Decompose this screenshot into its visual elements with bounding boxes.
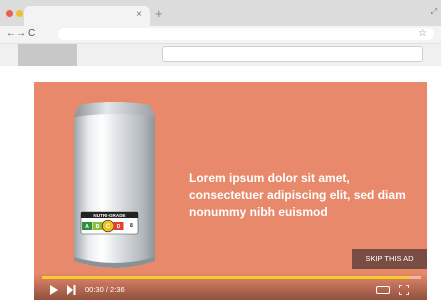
browser-tab[interactable]: × [24,6,150,26]
site-header [0,44,441,66]
browser-tab-bar: × + ⤢ [0,0,441,26]
video-ad-player[interactable]: NUTRI-GRADE A BCD 8 Lorem ipsum dolor sit… [34,82,427,300]
grade-letter-a: A [85,224,89,230]
grade-letter-c: C [106,224,111,230]
miniplayer-icon[interactable] [376,286,390,294]
back-icon[interactable]: ← [6,27,16,41]
time-display: 00:30 / 2:36 [85,285,125,294]
video-controls: 00:30 / 2:36 [34,273,427,300]
next-icon[interactable] [66,285,76,295]
new-tab-icon[interactable]: + [155,7,163,20]
address-bar[interactable] [58,28,434,40]
grade-letter-d: D [117,224,121,230]
window-minimize-dot[interactable] [16,10,23,17]
site-search-input[interactable] [162,46,423,62]
nutri-grade-label: NUTRI-GRADE A BCD 8 [80,211,139,235]
grade-letter-b: B [96,224,100,230]
soda-can-image: NUTRI-GRADE A BCD 8 [74,102,155,268]
progress-bar[interactable] [42,276,421,279]
window-resize-icon[interactable]: ⤢ [431,7,437,17]
ad-headline: Lorem ipsum dolor sit amet, consectetuer… [189,171,406,219]
tab-close-icon[interactable]: × [136,9,142,20]
play-icon[interactable] [50,285,58,295]
fullscreen-icon[interactable] [399,285,409,295]
browser-toolbar: ← → C ☆ [0,26,441,44]
window-close-dot[interactable] [6,10,13,17]
progress-fill [42,276,410,279]
nutri-grade-title: NUTRI-GRADE [93,213,125,218]
site-logo-placeholder[interactable] [18,44,77,66]
forward-icon[interactable]: → [16,27,26,41]
skip-ad-button[interactable]: SKIP THIS AD [352,249,427,269]
reload-icon[interactable]: C [28,27,35,41]
sugar-value: 8 [130,223,133,229]
bookmark-star-icon[interactable]: ☆ [418,27,427,41]
